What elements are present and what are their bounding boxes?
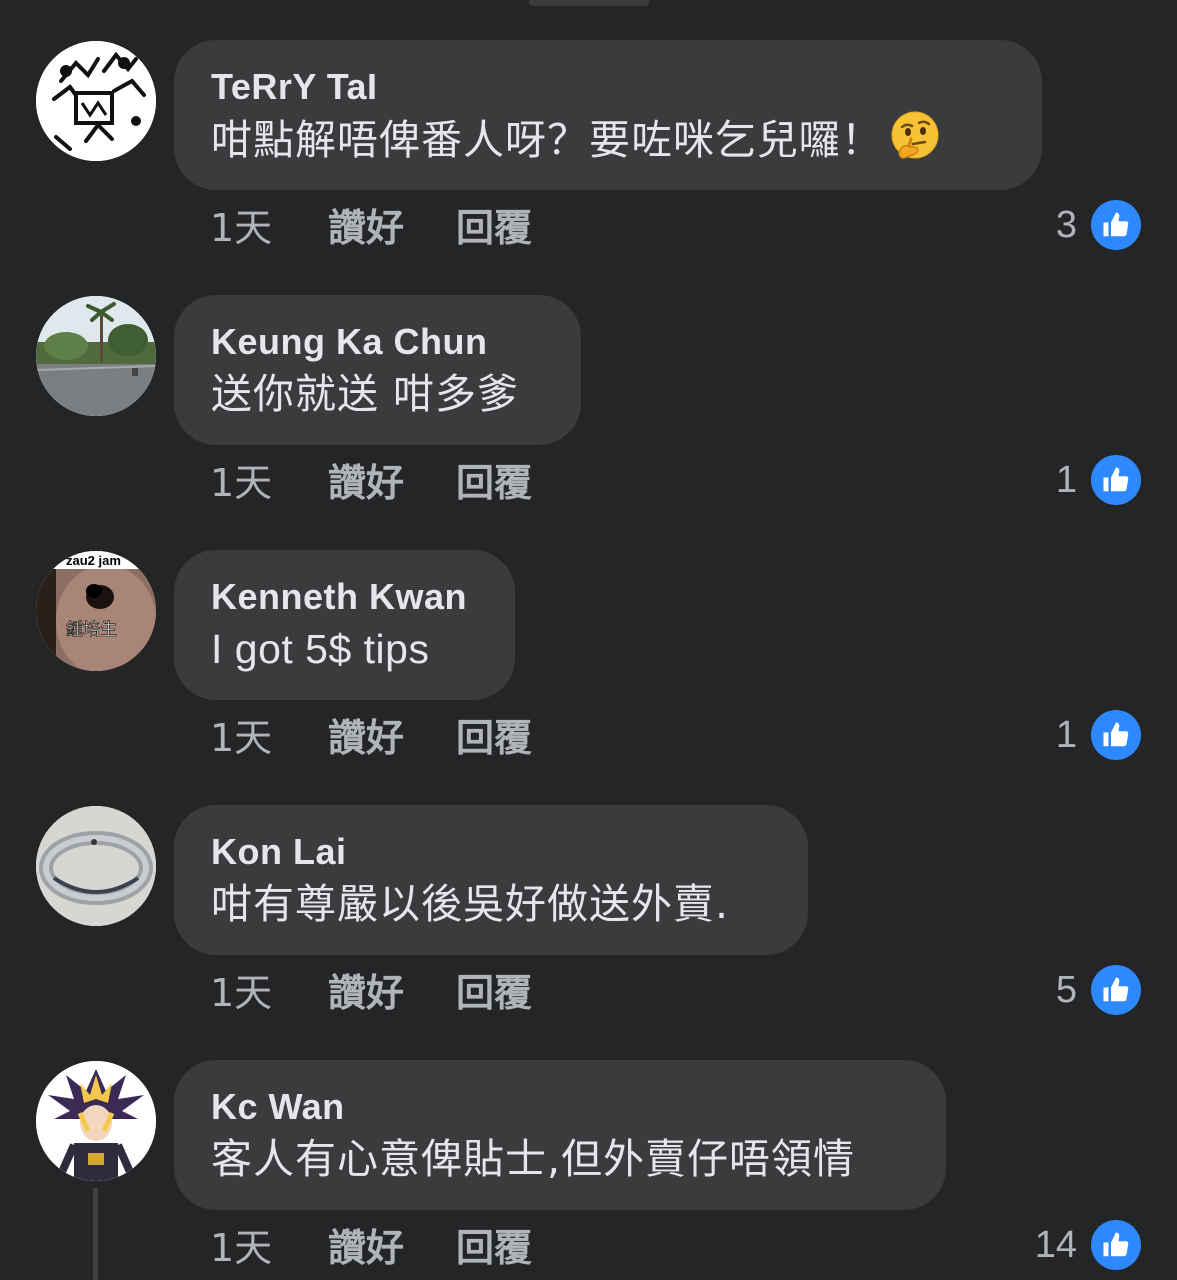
reaction-summary[interactable]: 5 (1056, 965, 1141, 1015)
comment-timestamp[interactable]: 1天 (210, 716, 272, 760)
reaction-summary[interactable]: 14 (1035, 1220, 1141, 1270)
comment-author[interactable]: Kenneth Kwan (211, 576, 477, 618)
avatar-image-sketch (36, 41, 156, 161)
comment-text: 送你就送 咁多爹 (211, 370, 520, 418)
comment-timestamp[interactable]: 1天 (210, 1226, 272, 1270)
reply-button[interactable]: 回覆 (456, 971, 532, 1015)
reply-button[interactable]: 回覆 (456, 461, 532, 505)
avatar-image-anime-character (36, 1061, 156, 1181)
reaction-count: 1 (1055, 458, 1077, 501)
comment-text: 客人有心意俾貼士,但外賣仔唔領情 (211, 1135, 856, 1183)
comment-item: Kon Lai 咁有尊嚴以後吳好做送外賣. 1天 讚好 回覆 5 (0, 765, 1177, 1015)
like-button[interactable]: 讚好 (328, 716, 404, 760)
thumbs-up-icon (1091, 1220, 1141, 1270)
avatar-caption-top: zau2 jam (66, 553, 121, 568)
comment-bubble: TeRrY TaI 咁點解唔俾番人呀？要咗咪乞兒囉！ (174, 40, 1042, 190)
reply-thread-line (93, 1188, 98, 1280)
comment-timestamp[interactable]: 1天 (210, 461, 272, 505)
reaction-count: 1 (1055, 713, 1077, 756)
reaction-summary[interactable]: 1 (1056, 455, 1141, 505)
thumbs-up-icon (1091, 710, 1141, 760)
thumbs-up-icon (1091, 455, 1141, 505)
comment-text: 咁有尊嚴以後吳好做送外賣. (211, 880, 730, 928)
comment-author[interactable]: TeRrY TaI (211, 66, 1004, 108)
comment-bubble: Kc Wan 客人有心意俾貼士,但外賣仔唔領情 (174, 1060, 946, 1210)
comment-timestamp[interactable]: 1天 (210, 206, 272, 250)
avatar-image-street-photo (36, 296, 156, 416)
comment-author[interactable]: Kon Lai (211, 831, 770, 873)
comment-bubble: Kenneth Kwan I got 5$ tips (174, 550, 515, 700)
reply-button[interactable]: 回覆 (456, 206, 532, 250)
avatar[interactable] (36, 1061, 156, 1181)
like-button[interactable]: 讚好 (328, 461, 404, 505)
comment-text: 咁點解唔俾番人呀？要咗咪乞兒囉！ (211, 110, 1004, 169)
comment-item: Kc Wan 客人有心意俾貼士,但外賣仔唔領情 1天 讚好 回覆 14 (0, 1020, 1177, 1270)
avatar[interactable]: zau2 jam 鍾培生 (36, 551, 156, 671)
comment-item: TeRrY TaI 咁點解唔俾番人呀？要咗咪乞兒囉！ 1天 讚好 回覆 3 (0, 0, 1177, 250)
like-button[interactable]: 讚好 (328, 1226, 404, 1270)
comment-bubble: Kon Lai 咁有尊嚴以後吳好做送外賣. (174, 805, 808, 955)
comment-item: Keung Ka Chun 送你就送 咁多爹 1天 讚好 回覆 1 (0, 255, 1177, 505)
comment-item: zau2 jam 鍾培生 Kenneth Kwan I got 5$ tips … (0, 510, 1177, 760)
like-button[interactable]: 讚好 (328, 971, 404, 1015)
thinking-face-emoji-icon (891, 111, 939, 159)
reply-button[interactable]: 回覆 (456, 1226, 532, 1270)
comment-author[interactable]: Kc Wan (211, 1086, 908, 1128)
avatar-image-photo: zau2 jam 鍾培生 (36, 551, 156, 671)
avatar-image-bracelet (36, 806, 156, 926)
comment-timestamp[interactable]: 1天 (210, 971, 272, 1015)
like-button[interactable]: 讚好 (328, 206, 404, 250)
avatar-caption-name: 鍾培生 (66, 620, 117, 640)
thumbs-up-icon (1091, 200, 1141, 250)
reaction-summary[interactable]: 3 (1056, 200, 1141, 250)
reaction-count: 5 (1055, 968, 1077, 1011)
comment-author[interactable]: Keung Ka Chun (211, 321, 543, 363)
avatar[interactable] (36, 41, 156, 161)
reply-button[interactable]: 回覆 (456, 716, 532, 760)
comment-bubble: Keung Ka Chun 送你就送 咁多爹 (174, 295, 581, 445)
reaction-count: 3 (1055, 203, 1077, 246)
avatar[interactable] (36, 806, 156, 926)
avatar[interactable] (36, 296, 156, 416)
comment-text-content: 咁點解唔俾番人呀？要咗咪乞兒囉！ (211, 116, 883, 164)
reaction-count: 14 (1034, 1223, 1077, 1266)
comment-text: I got 5$ tips (211, 626, 430, 672)
thumbs-up-icon (1091, 965, 1141, 1015)
reaction-summary[interactable]: 1 (1056, 710, 1141, 760)
